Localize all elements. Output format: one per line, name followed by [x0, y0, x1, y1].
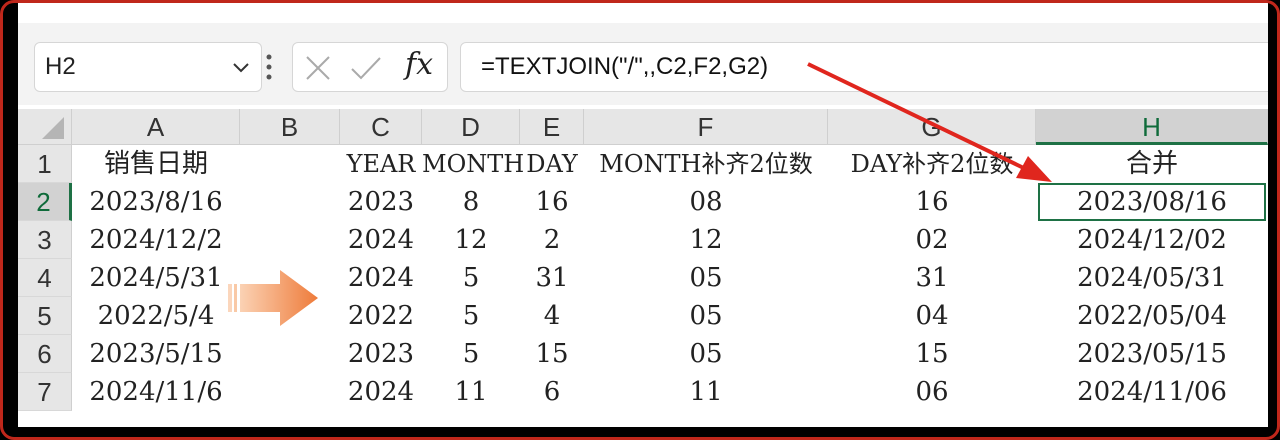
col-header-a[interactable]: A [72, 109, 240, 145]
chevron-down-icon[interactable] [231, 57, 251, 77]
cell-a7[interactable]: 2024/11/6 [72, 373, 240, 411]
screenshot-frame: H2 fx =TEXTJOIN("/",,C2,F2,G2) A B C D E… [0, 0, 1280, 440]
row-header-6[interactable]: 6 [18, 335, 72, 373]
cell-g2[interactable]: 16 [828, 183, 1036, 221]
cell-e4[interactable]: 31 [520, 259, 584, 297]
cell-a1[interactable]: 销售日期 [72, 145, 240, 183]
insert-function-button[interactable]: fx [405, 47, 433, 82]
row-header-4[interactable]: 4 [18, 259, 72, 297]
selected-cell-outline [1038, 183, 1266, 221]
row-header-2[interactable]: 2 [18, 183, 72, 221]
cell-f5[interactable]: 05 [584, 297, 828, 335]
cell-h5[interactable]: 2022/05/04 [1036, 297, 1268, 335]
formula-text: =TEXTJOIN("/",,C2,F2,G2) [481, 53, 769, 80]
formula-controls: fx [292, 42, 448, 92]
cell-c5[interactable]: 2022 [340, 297, 422, 335]
cell-c4[interactable]: 2024 [340, 259, 422, 297]
row-header-1[interactable]: 1 [18, 145, 72, 183]
cell-e6[interactable]: 15 [520, 335, 584, 373]
cell-h1[interactable]: 合并 [1036, 145, 1268, 183]
cell-g1[interactable]: DAY补齐2位数 [828, 145, 1036, 183]
row-header-7[interactable]: 7 [18, 373, 72, 411]
cell-f2[interactable]: 08 [584, 183, 828, 221]
cell-g3[interactable]: 02 [828, 221, 1036, 259]
cell-a2[interactable]: 2023/8/16 [72, 183, 240, 221]
col-header-d[interactable]: D [422, 109, 520, 145]
name-box[interactable]: H2 [34, 42, 262, 92]
cell-e3[interactable]: 2 [520, 221, 584, 259]
cell-d6[interactable]: 5 [422, 335, 520, 373]
col-header-b[interactable]: B [240, 109, 340, 145]
cell-g5[interactable]: 04 [828, 297, 1036, 335]
row-header-5[interactable]: 5 [18, 297, 72, 335]
cell-e2[interactable]: 16 [520, 183, 584, 221]
cell-g4[interactable]: 31 [828, 259, 1036, 297]
cell-c1[interactable]: YEAR [340, 145, 422, 183]
cell-f7[interactable]: 11 [584, 373, 828, 411]
cell-c7[interactable]: 2024 [340, 373, 422, 411]
cell-g7[interactable]: 06 [828, 373, 1036, 411]
formula-bar: H2 fx =TEXTJOIN("/",,C2,F2,G2) [18, 23, 1268, 105]
cell-a3[interactable]: 2024/12/2 [72, 221, 240, 259]
cell-f1[interactable]: MONTH补齐2位数 [584, 145, 828, 183]
cancel-icon[interactable] [303, 53, 333, 83]
cell-d2[interactable]: 8 [422, 183, 520, 221]
col-header-e[interactable]: E [520, 109, 584, 145]
col-header-g[interactable]: G [828, 109, 1036, 145]
col-header-f[interactable]: F [584, 109, 828, 145]
cell-h4[interactable]: 2024/05/31 [1036, 259, 1268, 297]
cell-f6[interactable]: 05 [584, 335, 828, 373]
cell-g6[interactable]: 15 [828, 335, 1036, 373]
cell-d3[interactable]: 12 [422, 221, 520, 259]
worksheet-grid: A B C D E F G H 1 2 3 4 5 6 7 销售日期 YEAR MONTH DAY MONTH补齐2位… [18, 109, 1268, 427]
cell-h7[interactable]: 2024/11/06 [1036, 373, 1268, 411]
check-icon[interactable] [349, 53, 383, 83]
cell-f3[interactable]: 12 [584, 221, 828, 259]
formula-input[interactable]: =TEXTJOIN("/",,C2,F2,G2) [460, 42, 1268, 92]
cell-d1[interactable]: MONTH [422, 145, 524, 183]
select-all-corner[interactable] [18, 109, 72, 145]
cell-d7[interactable]: 11 [422, 373, 520, 411]
row-header-3[interactable]: 3 [18, 221, 72, 259]
cell-d5[interactable]: 5 [422, 297, 520, 335]
more-options-icon[interactable] [265, 52, 273, 82]
cell-e5[interactable]: 4 [520, 297, 584, 335]
col-header-h[interactable]: H [1036, 109, 1268, 145]
cell-b1[interactable] [240, 145, 340, 183]
cell-c2[interactable]: 2023 [340, 183, 422, 221]
orange-arrow-icon [228, 270, 318, 326]
cell-a5[interactable]: 2022/5/4 [72, 297, 240, 335]
col-header-c[interactable]: C [340, 109, 422, 145]
cell-c3[interactable]: 2024 [340, 221, 422, 259]
cell-h3[interactable]: 2024/12/02 [1036, 221, 1268, 259]
cell-c6[interactable]: 2023 [340, 335, 422, 373]
cell-d4[interactable]: 5 [422, 259, 520, 297]
cell-f4[interactable]: 05 [584, 259, 828, 297]
ribbon-edge [18, 3, 1268, 24]
spreadsheet-window: H2 fx =TEXTJOIN("/",,C2,F2,G2) A B C D E… [18, 3, 1268, 427]
cell-h6[interactable]: 2023/05/15 [1036, 335, 1268, 373]
cell-e7[interactable]: 6 [520, 373, 584, 411]
cell-e1[interactable]: DAY [520, 145, 584, 183]
cell-a6[interactable]: 2023/5/15 [72, 335, 240, 373]
name-box-value: H2 [45, 53, 76, 80]
cell-a4[interactable]: 2024/5/31 [72, 259, 240, 297]
